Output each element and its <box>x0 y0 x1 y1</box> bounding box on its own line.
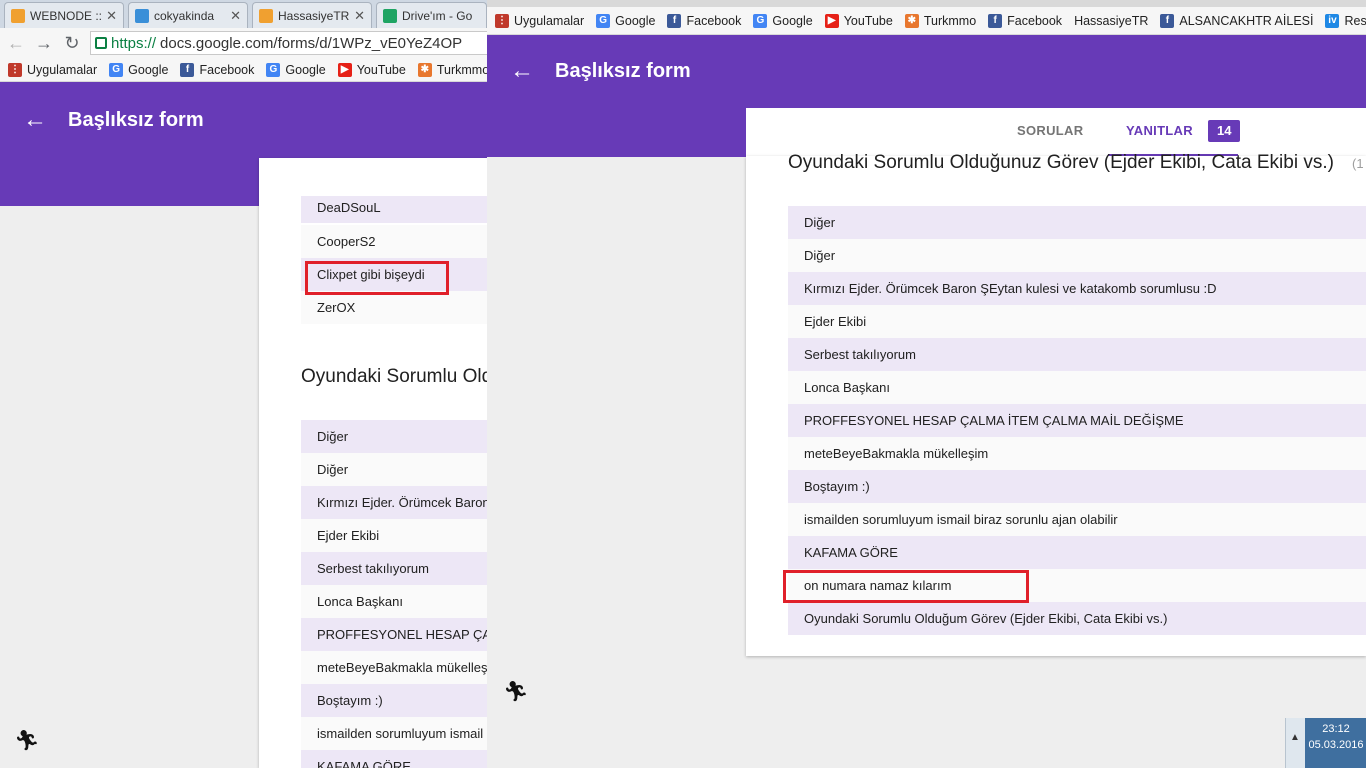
left-tab-strip: WEBNODE :: ✕ cokyakinda ✕ HassasiyeTR ✕ … <box>0 0 487 28</box>
bookmark-turkmmo[interactable]: ✱ Turkmmo <box>904 13 976 28</box>
close-icon[interactable]: ✕ <box>230 8 241 24</box>
bookmark-facebook[interactable]: f Facebook <box>667 13 741 28</box>
form-title: Başlıksız form <box>555 60 691 82</box>
turkmmo-icon: ✱ <box>417 62 432 77</box>
list-item: Ejder Ekibi <box>788 305 1366 338</box>
forward-arrow-icon[interactable]: → <box>34 33 54 54</box>
youtube-icon: ▶ <box>824 13 839 28</box>
facebook-icon: f <box>988 13 1003 28</box>
list-item: Oyundaki Sorumlu Olduğum Görev (Ejder Ek… <box>788 602 1366 635</box>
list-item: Kırmızı Ejder. Örümcek Baron ŞEytan kule… <box>788 272 1366 305</box>
apps-grid-icon: ⋮ <box>495 13 509 28</box>
right-window-top-edge <box>487 0 1366 7</box>
google-icon: G <box>109 62 124 77</box>
form-title: Başlıksız form <box>68 109 204 131</box>
tab-questions[interactable]: SORULAR <box>1017 108 1083 156</box>
bookmark-youtube[interactable]: ▶ YouTube <box>824 13 893 28</box>
form-tabs: SORULAR YANITLAR 14 <box>746 108 1366 156</box>
list-item: Diğer <box>788 239 1366 272</box>
url-path: docs.google.com/forms/d/1WPz_vE0YeZ4OP <box>160 34 463 52</box>
running-person-icon: 🏃︎ <box>503 681 529 703</box>
left-browser-toolbar: ← → ↻ https://docs.google.com/forms/d/1W… <box>0 28 487 58</box>
browser-tab-cokyakinda[interactable]: cokyakinda ✕ <box>128 2 248 28</box>
close-icon[interactable]: ✕ <box>106 8 117 24</box>
right-responses-card: Oyundaki Sorumlu Olduğunuz Görev (Ejder … <box>746 152 1366 656</box>
list-item: Serbest takılıyorum <box>788 338 1366 371</box>
hassasiyetr-icon <box>259 8 273 23</box>
browser-tab-drive[interactable]: Drive'ım - Go <box>376 2 487 28</box>
lock-icon <box>95 37 107 49</box>
bookmark-google[interactable]: G Google <box>266 62 326 77</box>
facebook-icon: f <box>667 13 682 28</box>
list-item: PROFFESYONEL HESAP ÇALMA İTEM ÇALMA MAİL… <box>788 404 1366 437</box>
apps-grid-icon: ⋮ <box>8 62 22 77</box>
tab-title: Drive'ım - Go <box>402 8 473 23</box>
clock-date: 05.03.2016 <box>1308 739 1364 751</box>
bookmark-apps[interactable]: ⋮ Uygulamalar <box>8 62 97 77</box>
highlight-box <box>783 570 1029 603</box>
browser-tab-webnode[interactable]: WEBNODE :: ✕ <box>4 2 124 28</box>
bookmark-google[interactable]: G Google <box>596 13 655 28</box>
address-bar[interactable]: https://docs.google.com/forms/d/1WPz_vE0… <box>90 31 487 55</box>
google-icon: G <box>596 13 611 28</box>
tab-title: HassasiyeTR <box>278 8 350 23</box>
cokyakinda-icon <box>135 8 149 23</box>
tray-expand-icon[interactable]: ▲ <box>1290 732 1300 743</box>
tab-title: WEBNODE :: <box>30 8 102 23</box>
running-person-icon: 🏃︎ <box>14 730 40 752</box>
google-icon: G <box>266 62 281 77</box>
list-item: meteBeyeBakmakla mükelleşim <box>788 437 1366 470</box>
list-item: Lonca Başkanı <box>788 371 1366 404</box>
taskbar-clock[interactable]: 23:12 05.03.2016 <box>1305 718 1366 768</box>
turkmmo-icon: ✱ <box>904 13 919 28</box>
resim-upload-icon: iv <box>1325 13 1340 28</box>
list-item: ismailden sorumluyum ismail biraz sorunl… <box>788 503 1366 536</box>
bookmark-facebook[interactable]: f Facebook <box>988 13 1062 28</box>
bookmark-google[interactable]: G Google <box>109 62 168 77</box>
drive-icon <box>383 8 397 23</box>
facebook-icon: f <box>1160 13 1175 28</box>
highlight-box <box>305 261 449 295</box>
clock-time: 23:12 <box>1322 723 1350 735</box>
question-count-hint: (1 <box>1352 156 1364 171</box>
back-arrow-icon[interactable]: ← <box>6 33 26 54</box>
reload-icon[interactable]: ↻ <box>62 33 82 54</box>
bookmark-apps[interactable]: ⋮ Uygulamalar <box>495 13 584 28</box>
youtube-icon: ▶ <box>337 62 352 77</box>
tab-title: cokyakinda <box>154 8 215 23</box>
bookmark-facebook[interactable]: f Facebook <box>180 62 254 77</box>
bookmark-turkmmo[interactable]: ✱ Turkmmo <box>417 62 487 77</box>
left-bookmarks-bar: ⋮ Uygulamalar G Google f Facebook G Google ▶… <box>0 58 487 82</box>
webnode-icon <box>11 8 25 23</box>
bookmark-resim-upload[interactable]: ivResim Upload <box>1325 13 1366 28</box>
question-title: Oyundaki Sorumlu Olduğunuz Görev (Ejder … <box>788 152 1334 173</box>
bookmark-google[interactable]: G Google <box>753 13 813 28</box>
bookmark-youtube[interactable]: ▶ YouTube <box>337 62 406 77</box>
bookmark-alsancakhtr[interactable]: f ALSANCAKHTR AİLESİ <box>1160 13 1313 28</box>
url-scheme: https:// <box>111 34 157 52</box>
right-bookmarks-bar: ⋮ Uygulamalar G Google f Facebook G Google ▶… <box>487 7 1366 35</box>
bookmark-hassasiyetr[interactable]: HassasiyeTR <box>1074 14 1148 28</box>
facebook-icon: f <box>180 62 195 77</box>
browser-tab-hassasiyetr[interactable]: HassasiyeTR ✕ <box>252 2 372 28</box>
list-item: Boştayım :) <box>788 470 1366 503</box>
back-arrow-icon[interactable]: ← <box>510 59 534 83</box>
response-count-badge: 14 <box>1208 120 1241 142</box>
list-item: Diğer <box>788 206 1366 239</box>
tab-responses-label: YANITLAR <box>1126 123 1193 138</box>
google-icon: G <box>753 13 768 28</box>
taskbar-tray: ▲ 23:12 05.03.2016 <box>1285 718 1366 768</box>
list-item: KAFAMA GÖRE <box>788 536 1366 569</box>
close-icon[interactable]: ✕ <box>354 8 365 24</box>
back-arrow-icon[interactable]: ← <box>23 108 47 132</box>
